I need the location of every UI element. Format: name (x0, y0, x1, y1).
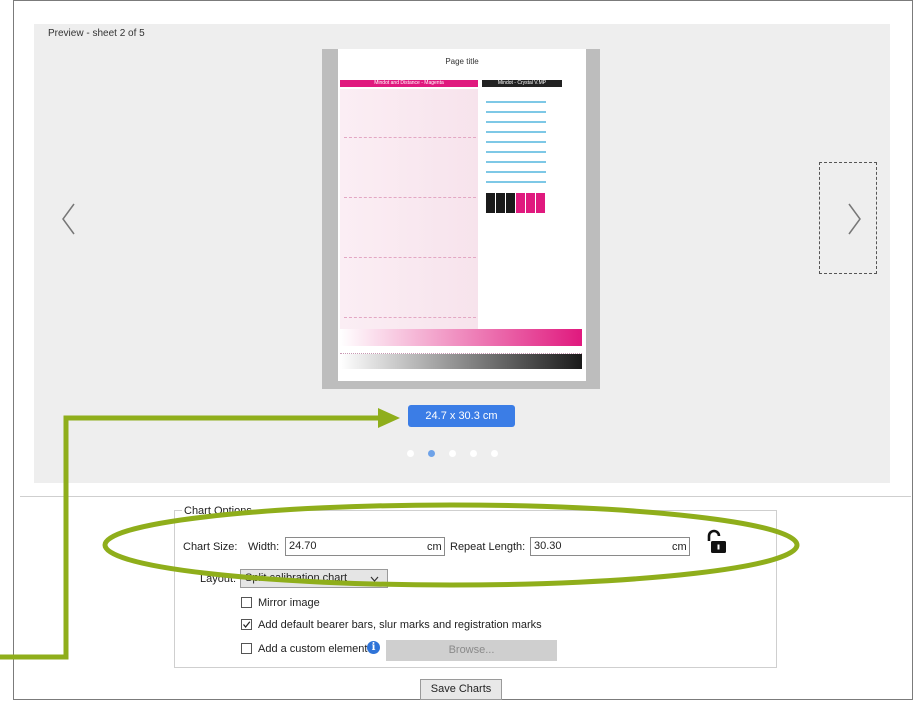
page-dot[interactable] (470, 449, 477, 457)
next-sheet-icon[interactable] (843, 200, 865, 238)
width-label: Width: (248, 541, 280, 553)
width-input[interactable]: 24.70 (285, 537, 445, 556)
black-patch (496, 193, 505, 213)
unlock-icon[interactable] (704, 529, 728, 555)
magenta-patch (536, 193, 545, 213)
page-dot[interactable] (407, 449, 414, 457)
magenta-gradient-bar (340, 329, 582, 346)
page-dot[interactable] (491, 449, 498, 457)
default-marks-label: Add default bearer bars, slur marks and … (258, 619, 542, 631)
cyan-line (486, 101, 546, 103)
custom-element-label: Add a custom element (258, 643, 368, 655)
cyan-line (486, 181, 546, 183)
layout-select[interactable]: Split calibration chart (240, 569, 388, 588)
chevron-down-icon (370, 576, 379, 582)
default-marks-checkbox[interactable] (241, 619, 252, 630)
cyan-line (486, 131, 546, 133)
checkmark-icon (243, 621, 251, 628)
page-dot[interactable] (449, 449, 456, 457)
black-patch (486, 193, 495, 213)
info-icon[interactable]: i (367, 641, 380, 654)
cyan-line (486, 171, 546, 173)
preview-label: Preview - sheet 2 of 5 (48, 28, 145, 39)
tick-strip (340, 347, 582, 354)
cyan-line (486, 151, 546, 153)
save-charts-button[interactable]: Save Charts (420, 679, 502, 700)
browse-button[interactable]: Browse... (386, 640, 557, 661)
dashed-rule (344, 317, 476, 319)
dashed-rule (344, 197, 476, 199)
cyan-line (486, 121, 546, 123)
cyan-line (486, 161, 546, 163)
layout-select-value: Split calibration chart (245, 572, 348, 584)
chart-size-badge[interactable]: 24.7 x 30.3 cm (408, 405, 515, 427)
custom-element-checkbox[interactable] (241, 643, 252, 654)
magenta-patch-panel (340, 89, 478, 329)
sheet-preview: Page title Mindot and Distance - Magenta… (338, 49, 586, 381)
layout-label: Layout: (200, 573, 237, 585)
repeat-length-input[interactable]: 30.30 (530, 537, 690, 556)
mirror-image-checkbox[interactable] (241, 597, 252, 608)
mirror-image-label: Mirror image (258, 597, 320, 609)
dashed-rule (344, 257, 476, 259)
sheet-title: Page title (445, 57, 479, 66)
dark-section-header: Mindot - Crystal V.MP (482, 80, 562, 87)
previous-sheet-icon[interactable] (58, 200, 80, 238)
cyan-line (486, 111, 546, 113)
cyan-line (486, 141, 546, 143)
magenta-patch (526, 193, 535, 213)
black-gradient-bar (340, 354, 582, 369)
black-patch (506, 193, 515, 213)
width-unit: cm (427, 541, 442, 553)
page-indicator (407, 447, 512, 457)
repeat-length-label: Repeat Length: (450, 541, 526, 553)
magenta-patch (516, 193, 525, 213)
magenta-section-header: Mindot and Distance - Magenta (340, 80, 478, 87)
repeat-length-unit: cm (672, 541, 687, 553)
chart-size-label: Chart Size: (183, 541, 238, 553)
dashed-rule (344, 137, 476, 139)
page-dot-active[interactable] (428, 449, 435, 457)
chart-options-title: Chart Options (182, 505, 254, 517)
